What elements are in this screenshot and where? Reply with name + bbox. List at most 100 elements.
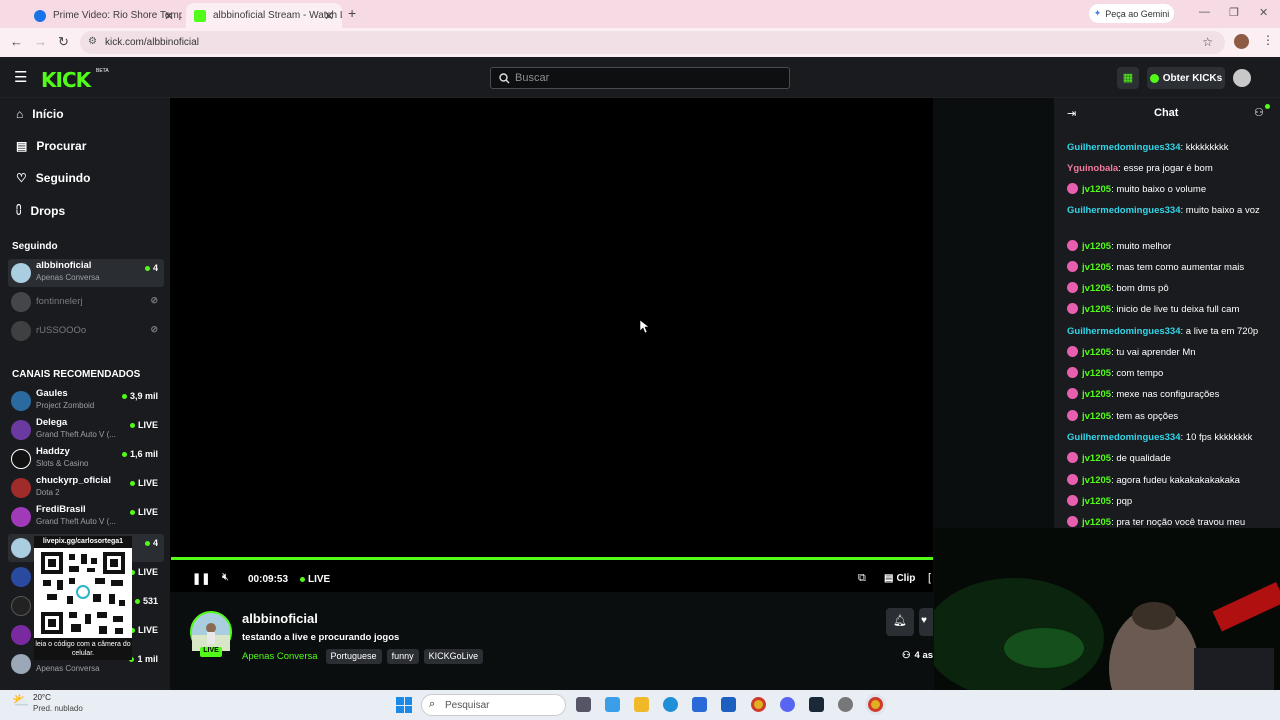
prime-video-favicon-icon bbox=[34, 9, 46, 22]
chrome-active-icon[interactable] bbox=[868, 697, 883, 712]
discord-icon[interactable] bbox=[780, 697, 795, 712]
forward-arrow-icon[interactable]: → bbox=[34, 34, 47, 49]
chat-username[interactable]: jv1205 bbox=[1082, 496, 1111, 507]
tag-portuguese[interactable]: Portuguese bbox=[325, 649, 382, 664]
chat-username[interactable]: jv1205 bbox=[1082, 475, 1111, 486]
channel-avatar bbox=[11, 391, 31, 411]
following-channel-russooooo[interactable]: rUSSOOOo ⊘ bbox=[8, 317, 164, 345]
chat-username[interactable]: jv1205 bbox=[1082, 389, 1111, 400]
task-view-icon[interactable] bbox=[576, 697, 591, 712]
chat-username[interactable]: jv1205 bbox=[1082, 411, 1111, 422]
back-arrow-icon[interactable]: ← bbox=[10, 34, 23, 49]
live-dot-icon bbox=[121, 393, 127, 399]
chat-username[interactable]: jv1205 bbox=[1082, 283, 1111, 294]
streamer-name[interactable]: albbinoficial bbox=[242, 611, 318, 626]
hamburger-menu-icon[interactable]: ☰ bbox=[14, 68, 27, 86]
close-window-icon[interactable]: ✕ bbox=[1259, 6, 1268, 19]
kicks-store-icon[interactable]: ▦ bbox=[1117, 67, 1139, 89]
search-input[interactable]: Buscar bbox=[490, 67, 790, 89]
theater-mode-icon[interactable]: [ bbox=[928, 572, 931, 584]
chat-username[interactable]: jv1205 bbox=[1082, 347, 1111, 358]
file-explorer-icon[interactable] bbox=[634, 697, 649, 712]
widgets-icon[interactable] bbox=[605, 697, 620, 712]
chat-username[interactable]: jv1205 bbox=[1082, 368, 1111, 379]
taskbar-search-input[interactable]: ⌕ Pesquisar bbox=[421, 694, 566, 716]
clip-button[interactable]: ▤ Clip bbox=[884, 573, 915, 584]
muted-speaker-icon[interactable]: 🔇︎ bbox=[222, 571, 229, 584]
webcam-image bbox=[934, 528, 1280, 690]
chrome-icon[interactable] bbox=[751, 697, 766, 712]
browser-menu-icon[interactable]: ⋮ bbox=[1262, 33, 1274, 47]
stream-category-link[interactable]: Apenas Conversa bbox=[242, 651, 318, 662]
app-icon[interactable] bbox=[838, 697, 853, 712]
chat-username[interactable]: Guilhermedomingues334 bbox=[1067, 326, 1181, 337]
channel-avatar bbox=[11, 321, 31, 341]
subscriber-badge-icon bbox=[1067, 346, 1078, 357]
maximize-icon[interactable]: ❐ bbox=[1229, 6, 1239, 19]
notification-bell-icon[interactable]: 🔔︎ bbox=[886, 608, 914, 636]
chat-username[interactable]: jv1205 bbox=[1082, 184, 1111, 195]
follow-heart-icon[interactable]: ♥ bbox=[919, 608, 933, 636]
video-player[interactable] bbox=[170, 98, 933, 592]
mail-icon[interactable] bbox=[721, 697, 736, 712]
gemini-button[interactable]: ✦ Peça ao Gemini bbox=[1089, 4, 1174, 23]
nav-drops[interactable]: ⩇ Drops bbox=[16, 203, 65, 218]
get-kicks-button[interactable]: Obter KICKs bbox=[1147, 67, 1225, 89]
channel-name: Haddzy bbox=[36, 446, 70, 457]
chat-username[interactable]: Guilhermedomingues334 bbox=[1067, 205, 1181, 216]
recommended-channel-gaules[interactable]: Gaules Project Zomboid 3,9 mil bbox=[8, 387, 164, 415]
following-channel-albbinoficial[interactable]: albbinoficial Apenas Conversa 4 bbox=[8, 259, 164, 287]
chat-username[interactable]: jv1205 bbox=[1082, 453, 1111, 464]
chat-username[interactable]: jv1205 bbox=[1082, 262, 1111, 273]
weather-icon[interactable]: ⛅ bbox=[12, 692, 29, 709]
user-avatar[interactable] bbox=[1233, 69, 1251, 87]
reload-icon[interactable]: ↻ bbox=[58, 34, 69, 50]
kick-logo[interactable]: KICK bbox=[41, 68, 91, 92]
taskbar-search-placeholder: Pesquisar bbox=[445, 700, 490, 711]
nav-browse[interactable]: ▤ Procurar bbox=[16, 139, 86, 153]
tag-funny[interactable]: funny bbox=[386, 649, 419, 664]
close-tab-icon[interactable]: ✕ bbox=[324, 9, 334, 23]
chat-username[interactable]: Yguinobala bbox=[1067, 163, 1118, 174]
nav-following[interactable]: ♡ Seguindo bbox=[16, 171, 90, 185]
chat-username[interactable]: jv1205 bbox=[1082, 241, 1111, 252]
chat-text: a live ta em 720p bbox=[1185, 326, 1259, 337]
chat-message: jv1205: inicio de live tu deixa full cam bbox=[1067, 303, 1267, 317]
profile-avatar[interactable] bbox=[1234, 34, 1249, 49]
chat-username[interactable]: Guilhermedomingues334 bbox=[1067, 142, 1181, 153]
playback-progress-bar[interactable] bbox=[171, 557, 933, 560]
recommended-channel-haddzy[interactable]: Haddzy Slots & Casino 1,6 mil bbox=[8, 445, 164, 473]
picture-in-picture-icon[interactable]: ⧉ bbox=[858, 572, 866, 585]
close-tab-icon[interactable]: ✕ bbox=[164, 9, 174, 23]
webcam-overlay bbox=[934, 528, 1280, 690]
browser-tab-kick[interactable]: albbinoficial Stream - Watch Li... ✕ bbox=[186, 3, 342, 28]
recommended-channel-chuckyrp[interactable]: chuckyrp_oficial Dota 2 LIVE bbox=[8, 474, 164, 502]
steam-icon[interactable] bbox=[809, 697, 824, 712]
browser-tab-prime-video[interactable]: Prime Video: Rio Shore Tempor... ✕ bbox=[26, 3, 182, 28]
channel-avatar bbox=[11, 625, 31, 645]
live-indicator[interactable]: LIVE bbox=[300, 574, 330, 585]
chat-users-icon[interactable]: ⚇ bbox=[1254, 106, 1264, 119]
chat-text: tu vai aprender Mn bbox=[1116, 347, 1196, 358]
tag-kickgolive[interactable]: KICKGoLive bbox=[423, 649, 484, 664]
pause-icon[interactable]: ❚❚ bbox=[192, 572, 210, 585]
new-tab-plus-icon[interactable]: + bbox=[348, 5, 356, 21]
following-channel-fontinnelerj[interactable]: fontinnelerj ⊘ bbox=[8, 288, 164, 316]
edge-browser-icon[interactable] bbox=[663, 697, 678, 712]
bookmark-star-icon[interactable]: ☆ bbox=[1202, 35, 1213, 49]
site-settings-icon[interactable]: ⚙ bbox=[88, 36, 97, 47]
channel-avatar bbox=[11, 420, 31, 440]
microsoft-store-icon[interactable] bbox=[692, 697, 707, 712]
chat-username[interactable]: jv1205 bbox=[1082, 304, 1111, 315]
offline-icon: ⊘ bbox=[150, 324, 158, 334]
address-bar[interactable]: ⚙ kick.com/albbinoficial ☆ bbox=[80, 31, 1225, 54]
recommended-channel-fredibrasil[interactable]: FrediBrasil Grand Theft Auto V (... LIVE bbox=[8, 503, 164, 531]
minimize-icon[interactable]: — bbox=[1199, 6, 1210, 18]
chat-username[interactable]: Guilhermedomingues334 bbox=[1067, 432, 1181, 443]
search-icon: ⌕ bbox=[429, 698, 436, 710]
nav-home[interactable]: ⌂ Início bbox=[16, 107, 64, 121]
windows-start-icon[interactable] bbox=[396, 697, 412, 713]
recommended-channel-delega[interactable]: Delega Grand Theft Auto V (... LIVE bbox=[8, 416, 164, 444]
collapse-chat-icon[interactable]: ⇥ bbox=[1067, 107, 1076, 120]
chat-username[interactable]: jv1205 bbox=[1082, 517, 1111, 528]
